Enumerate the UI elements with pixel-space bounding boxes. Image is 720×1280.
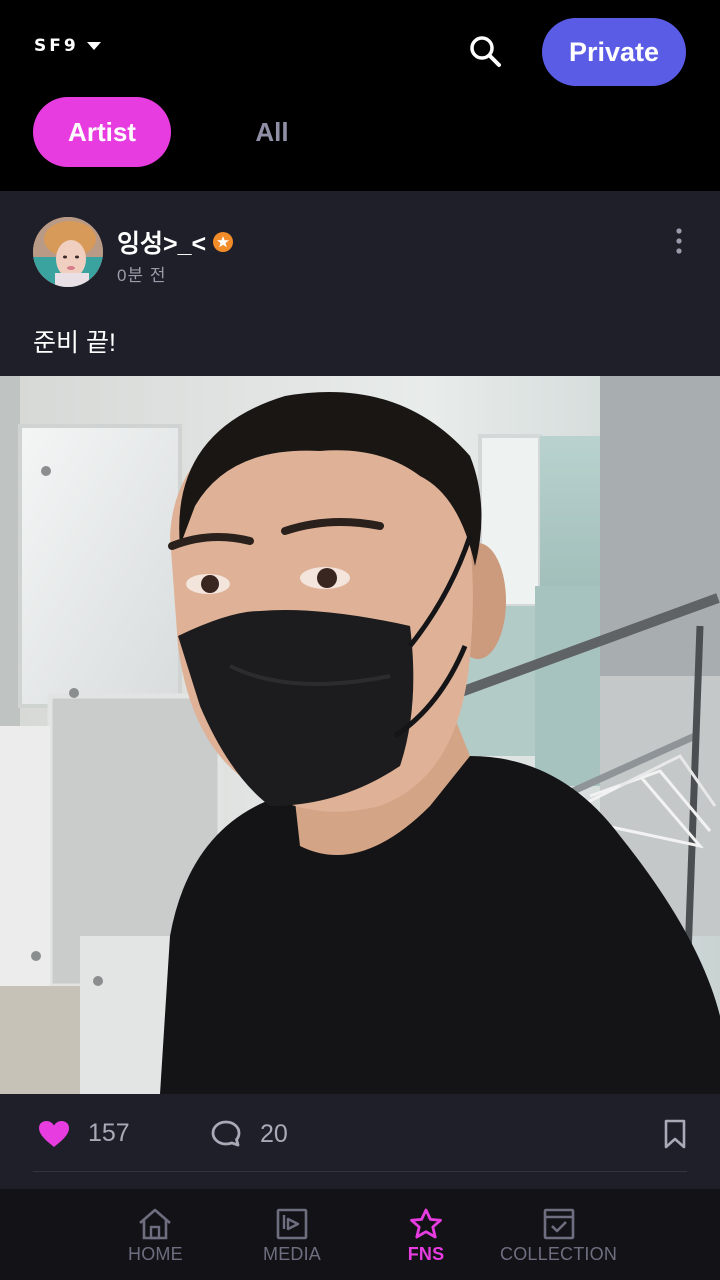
nav-label-media: MEDIA bbox=[263, 1244, 322, 1264]
group-name: SF9 bbox=[34, 36, 79, 56]
private-button[interactable]: Private bbox=[542, 18, 686, 86]
chevron-down-icon bbox=[86, 42, 101, 50]
post-card: 잉성>_< 0분 전 준비 끝! 157 20 bbox=[0, 191, 720, 1189]
post-text: 준비 끝! bbox=[33, 329, 116, 357]
author-name-row[interactable]: 잉성>_< bbox=[117, 224, 234, 260]
bookmark-button[interactable] bbox=[662, 1118, 688, 1150]
selfie-photo bbox=[0, 376, 720, 1094]
heart-icon bbox=[39, 1120, 69, 1147]
comment-count: 20 bbox=[260, 1119, 288, 1148]
media-icon bbox=[276, 1208, 308, 1240]
search-button[interactable] bbox=[466, 32, 504, 70]
avatar[interactable] bbox=[33, 217, 103, 287]
tab-artist[interactable]: Artist bbox=[33, 97, 171, 167]
nav-label-home: HOME bbox=[128, 1244, 183, 1264]
post-time: 0분 전 bbox=[117, 266, 167, 285]
nav-item-home[interactable]: HOME bbox=[128, 1207, 183, 1265]
collection-icon bbox=[543, 1208, 574, 1240]
home-icon bbox=[139, 1208, 172, 1240]
group-switcher[interactable]: SF9 bbox=[34, 36, 101, 56]
nav-item-fns[interactable]: FNS bbox=[406, 1207, 446, 1265]
nav-label-fns: FNS bbox=[407, 1244, 445, 1264]
filter-tabs: Artist All bbox=[0, 96, 720, 168]
star-icon bbox=[410, 1208, 442, 1239]
post-actions: 157 20 bbox=[0, 1094, 720, 1174]
like-count: 157 bbox=[88, 1119, 130, 1147]
nav-label-collection: COLLECTION bbox=[500, 1244, 618, 1264]
comment-icon bbox=[211, 1120, 241, 1147]
bookmark-icon bbox=[664, 1119, 686, 1149]
author-name: 잉성>_< bbox=[117, 230, 207, 258]
more-vertical-icon bbox=[676, 228, 682, 254]
comment-button[interactable]: 20 bbox=[210, 1119, 288, 1149]
top-bar: SF9 Private bbox=[0, 0, 720, 100]
nav-item-media[interactable]: MEDIA bbox=[263, 1207, 321, 1265]
bottom-nav: HOME MEDIA FNS COLLECTION bbox=[0, 1189, 720, 1280]
tab-all[interactable]: All bbox=[232, 97, 312, 167]
nav-item-collection[interactable]: COLLECTION bbox=[500, 1207, 617, 1265]
avatar-image bbox=[33, 217, 103, 287]
like-button[interactable]: 157 bbox=[38, 1119, 130, 1148]
artist-badge-icon bbox=[213, 232, 234, 252]
app-root: SF9 Private Artist All 잉성>_< 0분 전 준비 끝! … bbox=[0, 0, 720, 1280]
search-icon bbox=[470, 36, 501, 67]
post-photo[interactable] bbox=[0, 376, 720, 1094]
more-options-button[interactable] bbox=[668, 224, 690, 258]
post-divider bbox=[33, 1171, 687, 1172]
